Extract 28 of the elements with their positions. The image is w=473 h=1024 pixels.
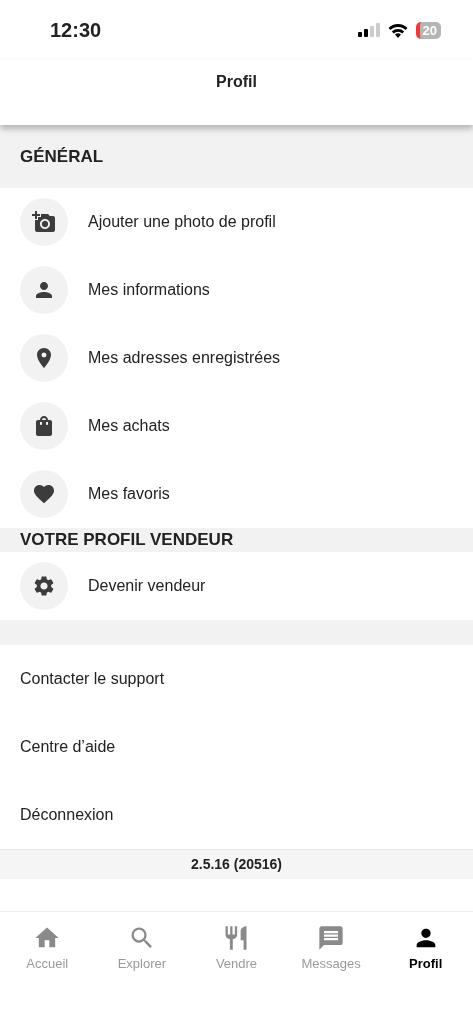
menu-item-label: Mes adresses enregistrées: [88, 348, 281, 368]
menu-item[interactable]: Mes favoris: [0, 460, 473, 528]
battery-indicator: 20: [415, 21, 441, 39]
version-label: 2.5.16 (20516): [0, 849, 473, 879]
menu-item[interactable]: Ajouter une photo de profil: [0, 188, 473, 256]
tab-bar-item[interactable]: Profil: [378, 924, 473, 974]
settings-icon: [32, 574, 56, 598]
message-icon: [317, 924, 346, 952]
signal-icon: [357, 23, 380, 37]
camera-add-icon: [32, 210, 56, 234]
heart-icon: [32, 482, 56, 506]
menu-item-label: Mes informations: [88, 280, 210, 300]
menu-item[interactable]: Devenir vendeur: [0, 552, 473, 620]
wifi-icon: [387, 22, 408, 38]
status-time: 12:30: [50, 18, 102, 43]
menu-link[interactable]: Contacter le support: [0, 645, 473, 713]
menu-item-label: Mes favoris: [88, 484, 170, 504]
menu-item-label: Mes achats: [88, 416, 170, 436]
menu-item[interactable]: Mes achats: [0, 392, 473, 460]
menu-link[interactable]: Déconnexion: [0, 781, 473, 849]
menu-item[interactable]: Mes informations: [0, 256, 473, 324]
menu-item[interactable]: Mes adresses enregistrées: [0, 324, 473, 392]
section-header: VOTRE PROFIL VENDEUR: [0, 528, 473, 552]
menu-link[interactable]: Centre d’aide: [0, 713, 473, 781]
screen-title: Profil: [216, 72, 257, 92]
section-header: GÉNÉRAL: [0, 125, 473, 188]
menu-item-label: Devenir vendeur: [88, 576, 206, 596]
menu-item-label: Ajouter une photo de profil: [88, 212, 276, 232]
